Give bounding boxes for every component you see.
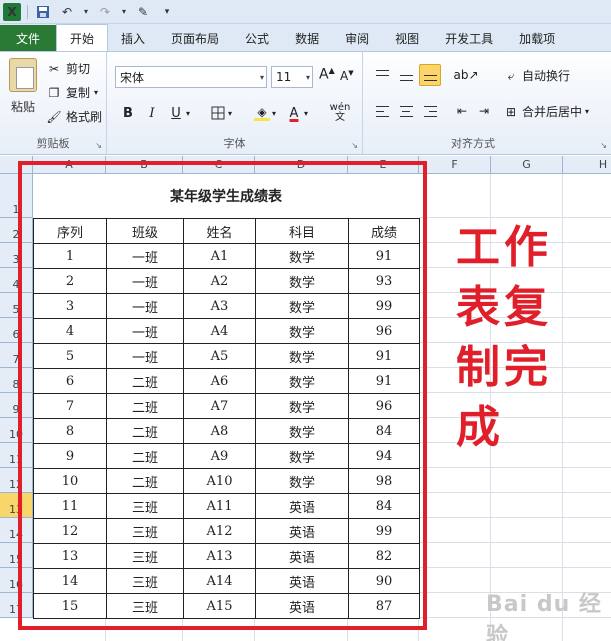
orientation-button[interactable]: ab↗ bbox=[451, 64, 481, 86]
phonetic-icon: 文 bbox=[335, 112, 345, 123]
align-center-icon bbox=[399, 105, 413, 117]
font-size-dropdown-icon: ▾ bbox=[305, 72, 310, 82]
font-size-value: 11 bbox=[276, 70, 292, 84]
grow-font-button[interactable]: A▲ bbox=[319, 66, 335, 83]
borders-icon bbox=[211, 106, 225, 120]
merge-center-label: 合并后居中 bbox=[522, 105, 583, 119]
fill-color-dropdown-icon[interactable]: ▾ bbox=[269, 102, 279, 124]
watermark-logo: Bai du 经验 bbox=[486, 592, 602, 641]
font-name-dropdown-icon: ▾ bbox=[259, 72, 264, 82]
redo-icon[interactable]: ↷ bbox=[96, 3, 114, 21]
tab-page-layout[interactable]: 页面布局 bbox=[158, 25, 232, 51]
excel-logo-icon[interactable]: X bbox=[3, 2, 21, 21]
align-top-icon bbox=[375, 69, 389, 81]
paste-icon bbox=[9, 58, 37, 92]
copy-button[interactable]: ❐ 复制 ▾ bbox=[46, 84, 98, 101]
tab-review[interactable]: 审阅 bbox=[332, 25, 382, 51]
align-right-button[interactable] bbox=[419, 100, 441, 122]
increase-indent-button[interactable]: ⇥ bbox=[473, 100, 495, 122]
font-group-label: 字体 bbox=[223, 137, 246, 150]
scissors-icon: ✂ bbox=[48, 61, 60, 76]
column-header-f[interactable]: F bbox=[419, 156, 491, 174]
align-middle-icon bbox=[399, 70, 413, 81]
cut-label: 剪切 bbox=[66, 62, 91, 76]
borders-dropdown-icon[interactable]: ▾ bbox=[225, 102, 235, 124]
font-color-letter: A bbox=[289, 105, 299, 121]
wrap-text-button[interactable]: ⤶ 自动换行 bbox=[503, 67, 570, 84]
clipboard-launcher-icon[interactable]: ↘ bbox=[95, 141, 102, 150]
worksheet[interactable]: ABCDEFGH 1 2 3 4 5 6 7 8 9 10 11 12 13 14 15 16 17 某年级学生… bbox=[0, 156, 611, 641]
align-bottom-icon bbox=[423, 70, 437, 81]
tools-icon[interactable]: ✎ bbox=[134, 3, 152, 21]
paint-bucket-icon: ◈ bbox=[257, 104, 267, 119]
copy-label: 复制 bbox=[66, 86, 91, 100]
decrease-indent-button[interactable]: ⇤ bbox=[451, 100, 473, 122]
align-top-button[interactable] bbox=[371, 64, 393, 86]
shrink-font-label: A bbox=[340, 69, 349, 83]
clipboard-group: 粘贴 ✂ 剪切 ❐ 复制 ▾ 🖌 格式刷 剪贴板 ↘ bbox=[0, 52, 107, 154]
merge-center-button[interactable]: ⊞ 合并后居中 ▾ bbox=[503, 103, 589, 120]
redo-dropdown-icon[interactable]: ▾ bbox=[120, 3, 128, 21]
format-painter-button[interactable]: 🖌 格式刷 bbox=[46, 108, 102, 125]
brush-icon: 🖌 bbox=[46, 109, 62, 124]
copy-dropdown-icon[interactable]: ▾ bbox=[94, 88, 98, 97]
align-right-icon bbox=[423, 105, 437, 117]
quick-access-toolbar: X ↶ ▾ ↷ ▾ ✎ ▾ bbox=[0, 0, 611, 24]
wrap-text-icon: ⤶ bbox=[507, 68, 515, 83]
align-middle-button[interactable] bbox=[395, 64, 417, 86]
ribbon-tabs: 文件 开始 插入 页面布局 公式 数据 审阅 视图 开发工具 加载项 bbox=[0, 24, 611, 51]
tab-formulas[interactable]: 公式 bbox=[232, 25, 282, 51]
grow-font-label: A bbox=[319, 66, 329, 83]
italic-button[interactable]: I bbox=[141, 102, 163, 124]
highlight-frame bbox=[18, 161, 427, 630]
bold-button[interactable]: B bbox=[117, 102, 139, 124]
save-icon[interactable] bbox=[34, 3, 52, 21]
tab-insert[interactable]: 插入 bbox=[108, 25, 158, 51]
decrease-indent-icon: ⇤ bbox=[456, 104, 468, 118]
phonetic-button[interactable]: wén 文 bbox=[325, 102, 355, 124]
paste-button[interactable]: 粘贴 bbox=[6, 58, 40, 115]
copy-icon: ❐ bbox=[48, 85, 60, 100]
font-name-select[interactable]: 宋体 ▾ bbox=[115, 66, 267, 88]
undo-icon[interactable]: ↶ bbox=[58, 3, 76, 21]
shrink-font-button[interactable]: A▼ bbox=[340, 69, 354, 83]
tab-add-ins[interactable]: 加载项 bbox=[506, 25, 568, 51]
align-left-button[interactable] bbox=[371, 100, 393, 122]
tab-data[interactable]: 数据 bbox=[282, 25, 332, 51]
tab-home[interactable]: 开始 bbox=[56, 24, 109, 51]
merge-center-dropdown-icon[interactable]: ▾ bbox=[585, 107, 589, 116]
tab-file[interactable]: 文件 bbox=[0, 25, 56, 51]
fill-color-swatch bbox=[254, 117, 270, 121]
ribbon-home: 粘贴 ✂ 剪切 ❐ 复制 ▾ 🖌 格式刷 剪贴板 ↘ 宋体 ▾ 11 ▾ A▲ … bbox=[0, 51, 611, 155]
annotation-text: 工作表复制完成 bbox=[456, 222, 552, 453]
underline-dropdown-icon[interactable]: ▾ bbox=[183, 102, 193, 124]
alignment-group-label: 对齐方式 bbox=[451, 137, 495, 150]
tab-developer[interactable]: 开发工具 bbox=[432, 25, 506, 51]
undo-dropdown-icon[interactable]: ▾ bbox=[82, 3, 90, 21]
tab-view[interactable]: 视图 bbox=[382, 25, 432, 51]
font-name-value: 宋体 bbox=[120, 70, 145, 85]
merge-center-icon: ⊞ bbox=[505, 104, 517, 119]
align-left-icon bbox=[375, 105, 389, 117]
wrap-text-label: 自动换行 bbox=[522, 69, 571, 83]
align-bottom-button[interactable] bbox=[419, 64, 441, 86]
format-painter-label: 格式刷 bbox=[66, 110, 103, 124]
alignment-launcher-icon[interactable]: ↘ bbox=[600, 141, 607, 150]
paste-label: 粘贴 bbox=[10, 100, 35, 114]
cut-button[interactable]: ✂ 剪切 bbox=[46, 60, 90, 77]
clipboard-group-label: 剪贴板 bbox=[36, 137, 70, 150]
column-header-g[interactable]: G bbox=[491, 156, 563, 174]
font-size-select[interactable]: 11 ▾ bbox=[271, 66, 313, 88]
font-group: 宋体 ▾ 11 ▾ A▲ A▼ B I U ▾ ▾ ◈ ▾ A ▾ wén 文 … bbox=[107, 52, 363, 154]
align-center-button[interactable] bbox=[395, 100, 417, 122]
alignment-group: ab↗ ⤶ 自动换行 ⇤ ⇥ ⊞ 合并后居中 ▾ 对齐方式 ↘ bbox=[363, 52, 611, 154]
customize-toolbar-icon[interactable]: ▾ bbox=[158, 3, 176, 21]
orientation-icon: ab↗ bbox=[453, 68, 479, 82]
column-header-h[interactable]: H bbox=[563, 156, 611, 174]
increase-indent-icon: ⇥ bbox=[478, 104, 490, 118]
font-color-dropdown-icon[interactable]: ▾ bbox=[301, 102, 311, 124]
font-launcher-icon[interactable]: ↘ bbox=[351, 141, 358, 150]
divider bbox=[27, 4, 28, 19]
